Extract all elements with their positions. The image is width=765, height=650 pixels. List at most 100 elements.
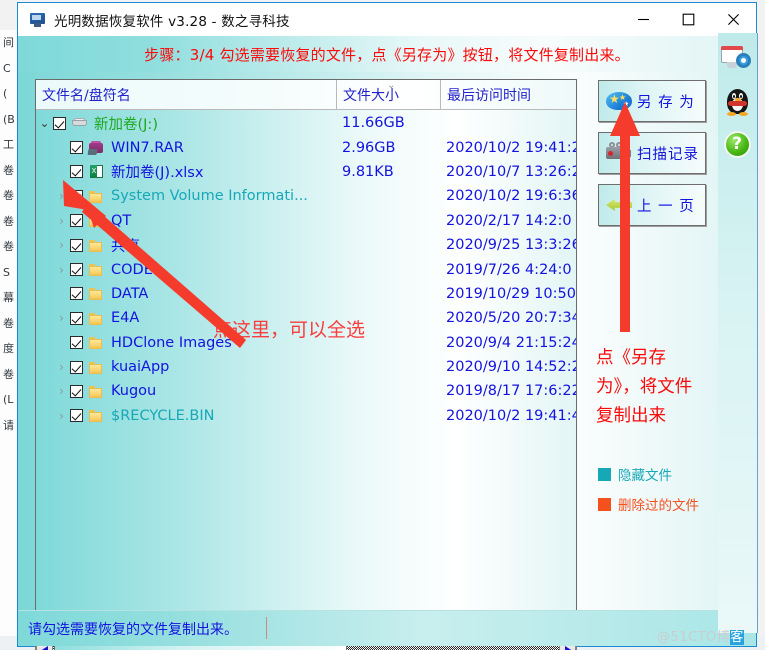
column-header-name[interactable]: 文件名/盘符名 <box>36 80 336 109</box>
close-icon[interactable] <box>711 3 756 36</box>
scan-records-button-label: 扫描记录 <box>637 146 699 163</box>
file-tree-row[interactable]: › CODE 2019/7/26 4:24:0 <box>36 257 576 281</box>
save-as-button-label: 另 存 为 <box>637 94 695 111</box>
chevron-right-icon[interactable]: › <box>53 410 70 422</box>
file-name: E4A <box>111 310 140 327</box>
monitor-icon <box>29 11 46 28</box>
file-tree-row[interactable]: ⌄ 新加卷(J:) 11.66GB <box>36 111 576 135</box>
row-checkbox[interactable] <box>70 409 83 423</box>
file-tree-row[interactable]: › 共享 2020/9/25 13:3:26 <box>36 233 576 257</box>
scan-records-button[interactable]: 扫描记录 <box>598 132 706 174</box>
file-size: 9.81KB <box>342 163 394 180</box>
previous-page-button[interactable]: 上 一 页 <box>598 184 706 226</box>
file-time: 2020/9/4 21:15:24 <box>446 334 576 351</box>
chevron-right-icon[interactable]: › <box>53 264 70 276</box>
action-button-column: ★ ★ ★ 另 存 为 扫描记录 上 一 页 <box>598 80 710 236</box>
file-tree-row[interactable]: › System Volume Informati... 2020/10/2 19:… <box>36 184 576 208</box>
previous-page-button-label: 上 一 页 <box>637 198 695 215</box>
chevron-right-icon[interactable]: › <box>53 312 70 324</box>
file-name: 共享 <box>111 238 140 255</box>
file-tree-row[interactable]: WIN7.RAR 2.96GB 2020/10/2 19:41:2 <box>36 135 576 159</box>
folder-icon <box>88 286 105 301</box>
application-window: 光明数据恢复软件 v3.28 - 数之寻科技 步骤：3/4 勾选需要恢复的文件，… <box>17 2 757 650</box>
folder-icon <box>88 335 105 350</box>
back-arrow-icon <box>604 192 634 218</box>
legend-item-deleted: 删除过的文件 <box>598 494 699 514</box>
save-as-icon: ★ ★ ★ <box>604 88 634 114</box>
folder-icon <box>88 408 105 423</box>
file-time: 2020/9/10 14:52:2 <box>446 359 576 376</box>
row-checkbox[interactable] <box>70 165 83 179</box>
settings-icon[interactable] <box>720 42 755 76</box>
file-time: 2020/2/17 14:2:0 <box>446 212 572 229</box>
chevron-right-icon[interactable]: › <box>53 361 70 373</box>
status-bar-text: 请勾选需要恢复的文件复制出来。 <box>28 621 238 638</box>
rar-icon <box>87 140 105 156</box>
file-name: WIN7.RAR <box>111 139 184 156</box>
file-tree-row[interactable]: › QT 2020/2/17 14:2:0 <box>36 209 576 233</box>
chevron-right-icon[interactable]: › <box>53 385 70 397</box>
row-checkbox[interactable] <box>70 311 83 325</box>
legend-item-hidden: 隐藏文件 <box>598 464 699 484</box>
file-size: 11.66GB <box>342 115 405 132</box>
step-banner: 步骤：3/4 勾选需要恢复的文件，点《另存为》按钮，将文件复制出来。 <box>18 36 756 72</box>
row-checkbox[interactable] <box>53 116 66 130</box>
folder-icon <box>88 311 105 326</box>
folder-icon <box>88 238 105 253</box>
file-time: 2020/10/2 19:41:2 <box>446 139 576 156</box>
row-checkbox[interactable] <box>70 287 83 301</box>
help-icon[interactable]: ? <box>721 128 755 162</box>
folder-icon <box>88 384 105 399</box>
file-time: 2020/10/2 19:41:4 <box>446 407 576 424</box>
file-time: 2020/9/25 13:3:26 <box>446 237 576 254</box>
qq-penguin-icon[interactable] <box>721 85 755 119</box>
row-checkbox[interactable] <box>70 189 83 203</box>
file-time: 2020/10/7 13:26:2 <box>446 163 576 180</box>
row-checkbox[interactable] <box>70 141 83 155</box>
row-checkbox[interactable] <box>70 336 83 350</box>
file-tree-row[interactable]: › kuaiApp 2020/9/10 14:52:2 <box>36 355 576 379</box>
row-checkbox[interactable] <box>70 384 83 398</box>
help-icon-glyph: ? <box>732 134 742 154</box>
chevron-right-icon[interactable]: › <box>53 215 70 227</box>
maximize-icon[interactable] <box>666 3 711 36</box>
folder-icon <box>88 360 105 375</box>
file-name: 新加卷(J:) <box>94 116 158 133</box>
folder-icon <box>88 262 105 277</box>
file-name: $RECYCLE.BIN <box>111 407 215 424</box>
legend-label-deleted: 删除过的文件 <box>618 498 699 514</box>
folder-icon <box>88 189 105 204</box>
file-name: CODE <box>111 261 153 278</box>
window-controls <box>621 3 756 36</box>
save-as-button[interactable]: ★ ★ ★ 另 存 为 <box>598 80 706 122</box>
chevron-down-icon: ⌄ <box>387 80 396 91</box>
file-tree-row[interactable]: › Kugou 2019/8/17 17:6:22 <box>36 379 576 403</box>
file-tree-row[interactable]: › $RECYCLE.BIN 2020/10/2 19:41:4 <box>36 404 576 428</box>
chevron-right-icon[interactable]: › <box>53 239 70 251</box>
chevron-down-icon[interactable]: ⌄ <box>36 117 53 129</box>
chevron-right-icon[interactable]: › <box>53 190 70 202</box>
file-name: 新加卷(J).xlsx <box>111 165 204 182</box>
minimize-icon[interactable] <box>621 3 666 36</box>
annotation-select-all-note: 点这里，可以全选 <box>213 319 366 341</box>
watermark: @51CTO博客 <box>657 626 744 645</box>
row-checkbox[interactable] <box>70 214 83 228</box>
file-name: QT <box>111 212 132 229</box>
row-checkbox[interactable] <box>70 360 83 374</box>
file-name: Kugou <box>111 383 157 400</box>
watermark-prefix: @51CTO博 <box>657 630 731 645</box>
legend-label-hidden: 隐藏文件 <box>618 468 672 484</box>
step-banner-text: 步骤：3/4 勾选需要恢复的文件，点《另存为》按钮，将文件复制出来。 <box>144 45 630 64</box>
file-tree-panel: 文件名/盘符名 文件大小 最后访问时间 ⌄ ⌄ 新加卷(J:) 11.66GB WIN… <box>35 79 577 637</box>
title-bar[interactable]: 光明数据恢复软件 v3.28 - 数之寻科技 <box>18 3 756 36</box>
watermark-highlight: 客 <box>730 630 744 645</box>
camera-icon <box>604 140 634 166</box>
file-tree-row[interactable]: X 新加卷(J).xlsx 9.81KB 2020/10/7 13:26:2 <box>36 160 576 184</box>
drive-icon <box>71 116 88 131</box>
row-checkbox[interactable] <box>70 263 83 277</box>
column-header-time[interactable]: 最后访问时间 <box>440 80 576 109</box>
row-checkbox[interactable] <box>70 238 83 252</box>
legend-swatch-deleted <box>598 497 611 511</box>
file-tree-row[interactable]: DATA 2019/10/29 10:50: <box>36 282 576 306</box>
file-name: System Volume Informati... <box>111 188 308 205</box>
